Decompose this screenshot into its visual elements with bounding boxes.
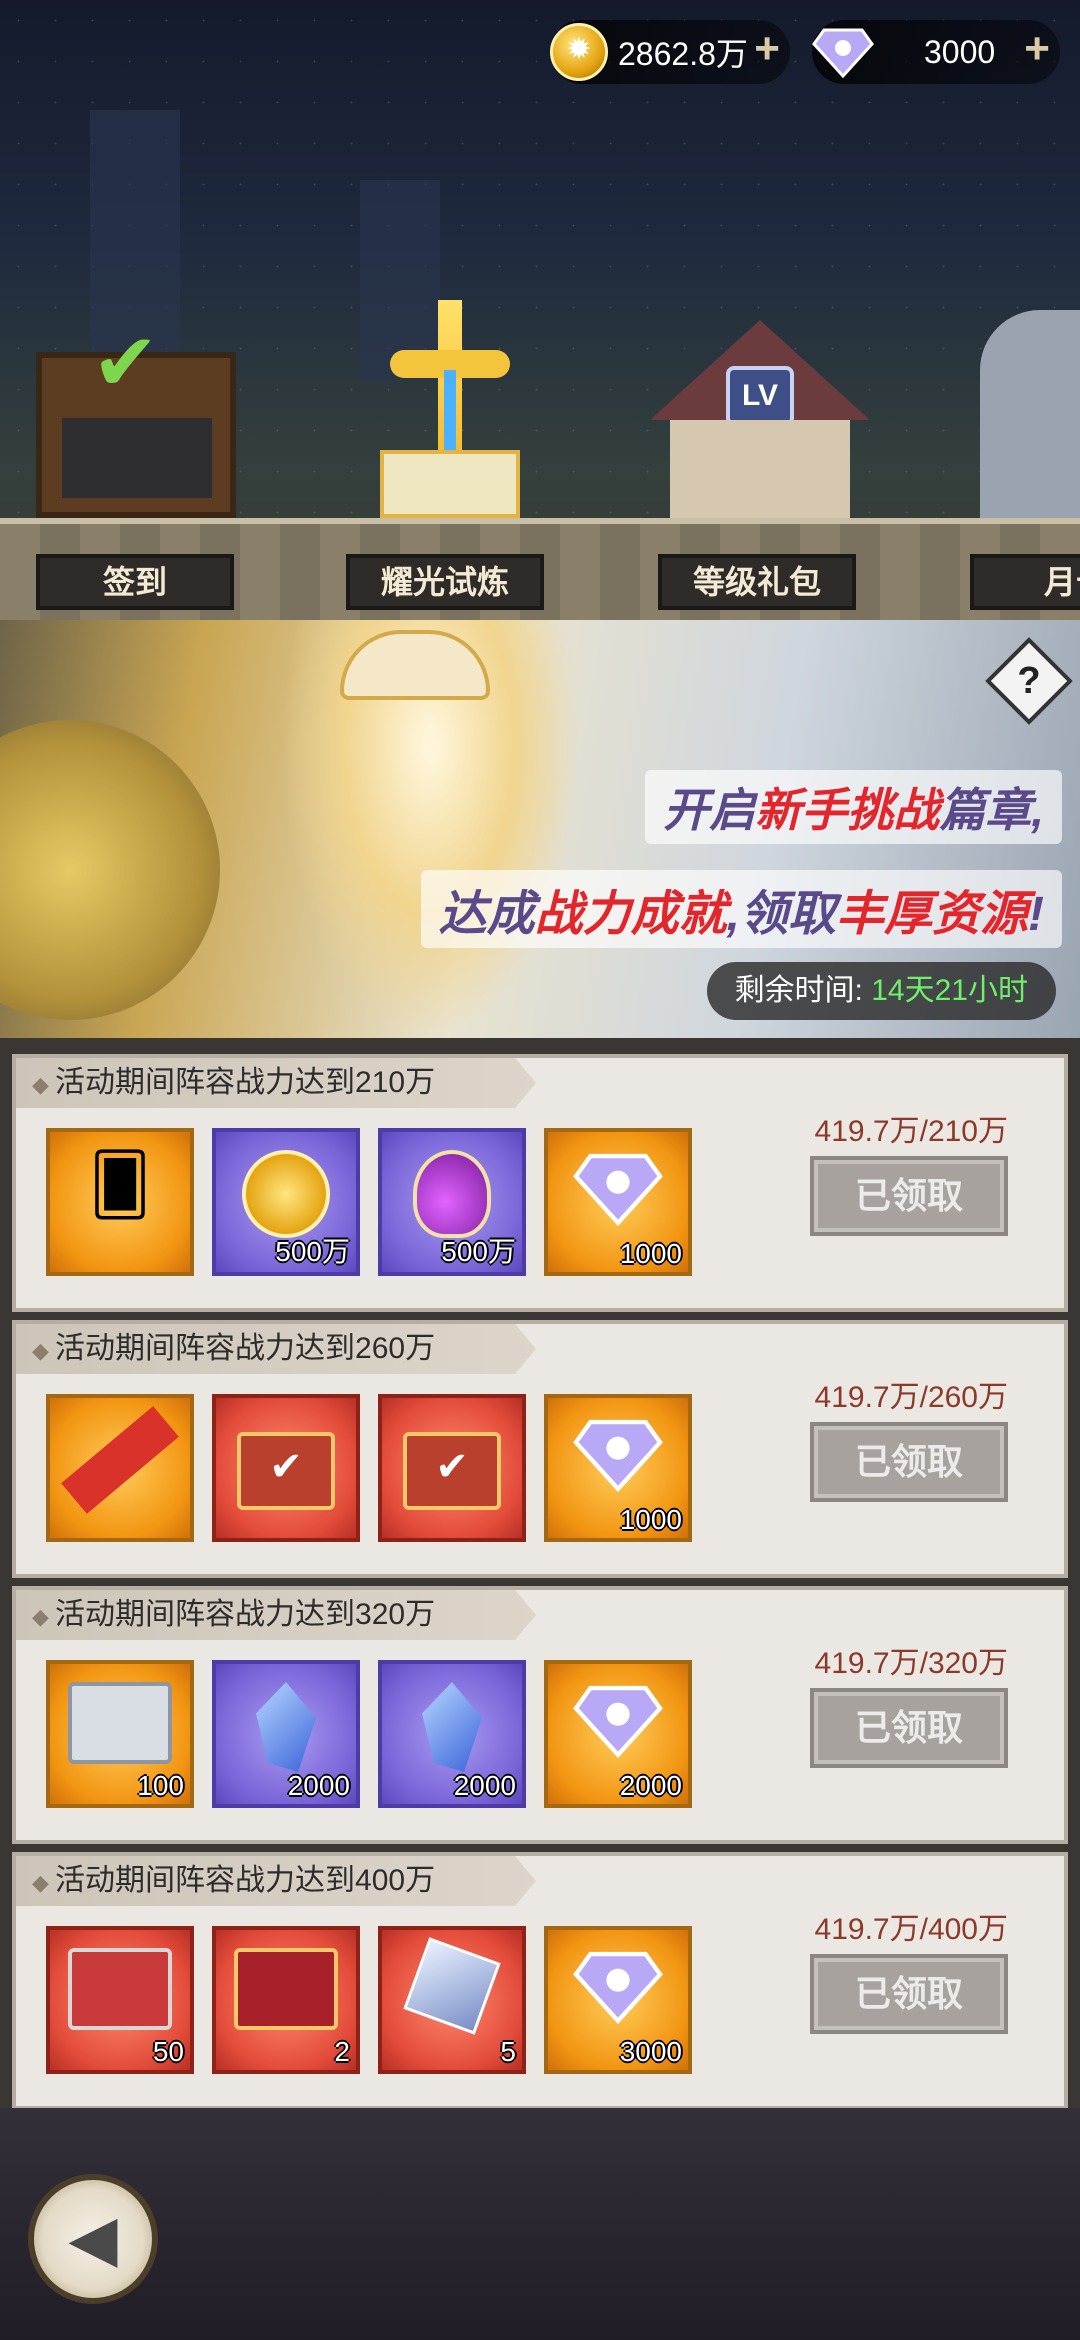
claimed-button[interactable]: 已领取	[810, 1688, 1008, 1768]
diamond-icon	[812, 26, 874, 79]
banner-headline-2: 达成战力成就,领取丰厚资源!	[420, 870, 1062, 948]
add-diamond-button[interactable]: +	[1024, 24, 1050, 74]
red-chest-icon	[50, 1948, 190, 2046]
reward-slot[interactable]: 1000	[544, 1128, 692, 1276]
sun-shield-art	[0, 720, 220, 1020]
reward-slot[interactable]: 2000	[212, 1660, 360, 1808]
reward-slot[interactable]: 3000	[544, 1926, 692, 2074]
help-icon: ?	[1017, 660, 1041, 702]
remaining-time-value: 14天21小时	[871, 974, 1028, 1007]
add-gold-button[interactable]: +	[754, 24, 780, 74]
quest-card: 活动期间阵容战力达到210万 🂠 500万 500万 1000 419.7万/2…	[12, 1054, 1068, 1312]
checkin-board-building[interactable]: ✔	[36, 323, 236, 518]
progress-text: 419.7万/210万	[814, 1115, 1008, 1148]
reward-slot[interactable]: 2	[212, 1926, 360, 2074]
progress-text: 419.7万/400万	[814, 1913, 1008, 1946]
equipment-chest-icon: ✔	[382, 1416, 522, 1510]
building-tabs-bar: 签到 耀光试炼 等级礼包 月十	[0, 518, 1080, 620]
monthly-card-building[interactable]	[980, 310, 1080, 518]
reward-slot[interactable]: 500万	[378, 1128, 526, 1276]
back-button[interactable]: ◀	[28, 2174, 158, 2304]
tab-monthly[interactable]: 月十	[970, 554, 1080, 610]
tab-glory-trial[interactable]: 耀光试炼	[346, 554, 544, 610]
claimed-button[interactable]: 已领取	[810, 1156, 1008, 1236]
reward-slot[interactable]: 🂠	[46, 1128, 194, 1276]
crystal-cube-icon	[382, 1937, 522, 2040]
glory-trial-sword-building[interactable]	[360, 300, 540, 518]
level-gift-house-building[interactable]: LV	[650, 320, 870, 518]
tab-level-gift[interactable]: 等级礼包	[658, 554, 856, 610]
diamond-icon	[548, 1682, 688, 1774]
quest-title: 活动期间阵容战力达到260万	[16, 1324, 536, 1374]
event-banner: ? 开启新手挑战篇章, 达成战力成就,领取丰厚资源! 剩余时间: 14天21小时	[0, 620, 1080, 1038]
progress-text: 419.7万/320万	[814, 1647, 1008, 1680]
reward-slot[interactable]: 2000	[544, 1660, 692, 1808]
quest-card: 活动期间阵容战力达到260万 ✔ ✔ 1000 419.7万/260万 已领取	[12, 1320, 1068, 1578]
help-button[interactable]: ?	[985, 637, 1073, 725]
progress-text: 419.7万/260万	[814, 1381, 1008, 1414]
quest-title: 活动期间阵容战力达到210万	[16, 1058, 536, 1108]
silver-chest-icon	[50, 1682, 190, 1780]
gold-value: 2862.8万	[618, 36, 748, 72]
remaining-time: 剩余时间: 14天21小时	[706, 962, 1056, 1020]
banner-headline-1: 开启新手挑战篇章,	[645, 770, 1062, 844]
tab-checkin[interactable]: 签到	[36, 554, 234, 610]
diamond-counter[interactable]: 3000 +	[812, 20, 1060, 84]
hero-ticket-icon	[50, 1406, 190, 1514]
reward-slot[interactable]: 2000	[378, 1660, 526, 1808]
remaining-time-label: 剩余时间:	[734, 974, 863, 1007]
quest-card: 活动期间阵容战力达到400万 50 2 5 3000 419.7万/400万 已…	[12, 1852, 1068, 2110]
quest-title: 活动期间阵容战力达到320万	[16, 1590, 536, 1640]
reward-slot[interactable]: 1000	[544, 1394, 692, 1542]
equipment-chest-icon: ✔	[216, 1416, 356, 1510]
top-scene: 2862.8万 + 3000 + ✔ LV 签到 耀光试炼 等级礼包 月十	[0, 0, 1080, 620]
quest-card: 活动期间阵容战力达到320万 100 2000 2000 2000 419.7万…	[12, 1586, 1068, 1844]
reward-slot[interactable]: 500万	[212, 1128, 360, 1276]
reward-slot[interactable]	[46, 1394, 194, 1542]
checkmark-icon: ✔	[92, 318, 160, 407]
diamond-icon	[548, 1150, 688, 1242]
hero-card-icon: 🂠	[89, 1151, 151, 1218]
diamond-icon	[548, 1416, 688, 1508]
bottom-bar: ◀	[0, 2108, 1080, 2340]
reward-slot[interactable]: 5	[378, 1926, 526, 2074]
claimed-button[interactable]: 已领取	[810, 1422, 1008, 1502]
lv-badge-icon: LV	[726, 366, 794, 426]
diamond-icon	[548, 1948, 688, 2040]
claimed-button[interactable]: 已领取	[810, 1954, 1008, 2034]
treasure-chest-icon	[216, 1948, 356, 2046]
gold-counter[interactable]: 2862.8万 +	[550, 20, 790, 84]
gold-coin-icon	[550, 23, 608, 81]
back-arrow-icon: ◀	[68, 2202, 118, 2274]
diamond-value: 3000	[924, 33, 996, 70]
quest-title: 活动期间阵容战力达到400万	[16, 1856, 536, 1906]
reward-slot[interactable]: ✔	[212, 1394, 360, 1542]
reward-slot[interactable]: 100	[46, 1660, 194, 1808]
reward-slot[interactable]: 50	[46, 1926, 194, 2074]
quest-list: 活动期间阵容战力达到210万 🂠 500万 500万 1000 419.7万/2…	[0, 1038, 1080, 2110]
reward-slot[interactable]: ✔	[378, 1394, 526, 1542]
